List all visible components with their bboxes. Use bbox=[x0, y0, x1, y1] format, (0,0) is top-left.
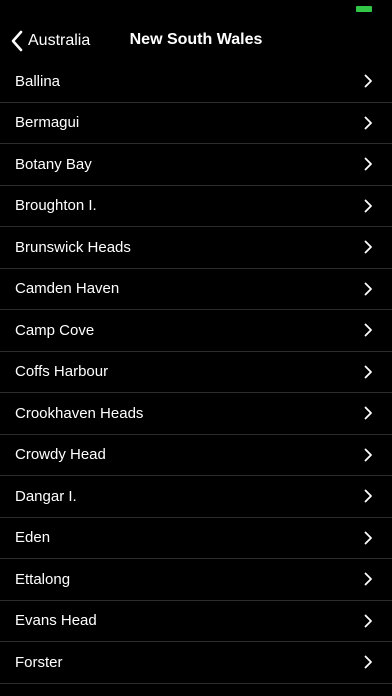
chevron-right-icon bbox=[364, 448, 372, 462]
list-item[interactable]: Forster bbox=[0, 642, 392, 684]
list-item[interactable]: Ettalong bbox=[0, 559, 392, 601]
list-item-label: Crowdy Head bbox=[15, 446, 106, 464]
list-item[interactable]: Ballina bbox=[0, 61, 392, 103]
list-item-label: Forster bbox=[15, 653, 63, 671]
chevron-right-icon bbox=[364, 240, 372, 254]
list-item[interactable]: Camp Cove bbox=[0, 310, 392, 352]
list-item[interactable]: Evans Head bbox=[0, 601, 392, 642]
list-item[interactable]: Brunswick Heads bbox=[0, 227, 392, 269]
list-item-label: Evans Head bbox=[15, 612, 97, 630]
chevron-right-icon bbox=[364, 199, 372, 213]
battery-icon bbox=[356, 6, 372, 12]
list-item-label: Camp Cove bbox=[15, 321, 95, 339]
list-item-label: Coffs Harbour bbox=[15, 363, 109, 381]
list-item[interactable]: Camden Haven bbox=[0, 269, 392, 310]
list-item-label: Brunswick Heads bbox=[15, 238, 131, 256]
list-item[interactable]: Crookhaven Heads bbox=[0, 393, 392, 435]
chevron-right-icon bbox=[364, 531, 372, 545]
back-button[interactable]: Australia bbox=[10, 29, 90, 53]
region-list: Ballina Bermagui Botany Bay Broughton I. Bru… bbox=[0, 61, 392, 684]
list-item[interactable]: Eden bbox=[0, 518, 392, 559]
list-item-label: Crookhaven Heads bbox=[15, 404, 144, 422]
list-item[interactable]: Bermagui bbox=[0, 103, 392, 144]
list-item-label: Ettalong bbox=[15, 570, 71, 588]
chevron-right-icon bbox=[364, 365, 372, 379]
chevron-right-icon bbox=[364, 116, 372, 130]
list-item[interactable]: Dangar I. bbox=[0, 476, 392, 518]
list-item[interactable]: Botany Bay bbox=[0, 144, 392, 186]
list-item[interactable]: Coffs Harbour bbox=[0, 352, 392, 393]
list-item-label: Dangar I. bbox=[15, 487, 77, 505]
chevron-right-icon bbox=[364, 157, 372, 171]
navigation-bar: New South Wales Australia bbox=[0, 20, 392, 60]
list-item-label: Broughton I. bbox=[15, 197, 97, 215]
chevron-right-icon bbox=[364, 489, 372, 503]
chevron-right-icon bbox=[364, 572, 372, 586]
chevron-right-icon bbox=[364, 655, 372, 669]
chevron-left-icon bbox=[11, 30, 23, 52]
list-item-label: Ballina bbox=[15, 72, 61, 90]
list-item[interactable]: Broughton I. bbox=[0, 186, 392, 227]
chevron-right-icon bbox=[364, 406, 372, 420]
status-bar bbox=[0, 0, 392, 20]
list-item-label: Bermagui bbox=[15, 114, 80, 132]
chevron-right-icon bbox=[364, 614, 372, 628]
list-item-label: Camden Haven bbox=[15, 280, 120, 298]
chevron-right-icon bbox=[364, 74, 372, 88]
back-button-label: Australia bbox=[28, 32, 91, 49]
chevron-right-icon bbox=[364, 282, 372, 296]
list-item[interactable]: Crowdy Head bbox=[0, 435, 392, 476]
list-item-label: Botany Bay bbox=[15, 155, 92, 173]
chevron-right-icon bbox=[364, 323, 372, 337]
list-item-label: Eden bbox=[15, 529, 51, 547]
screen: New South Wales Australia Ballina Bermagu… bbox=[0, 0, 392, 696]
